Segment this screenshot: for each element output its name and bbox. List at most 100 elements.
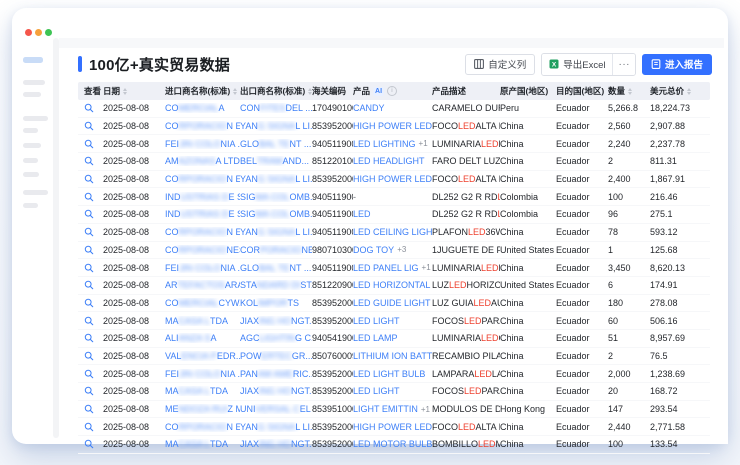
product-link[interactable]: HIGH POWER LED F xyxy=(353,121,432,131)
importer-link[interactable]: FEIJIN COLONIA ... xyxy=(165,263,240,273)
sidebar-skeleton-item[interactable] xyxy=(23,128,38,133)
sort-icon[interactable] xyxy=(123,88,127,95)
exporter-link[interactable]: UNIVERSAL CEL ... xyxy=(240,404,312,414)
export-more-button[interactable]: ··· xyxy=(612,54,635,75)
view-row-button[interactable] xyxy=(84,280,103,290)
exporter-link[interactable]: GLOBAL TENT ... xyxy=(240,263,312,273)
maximize-window-button[interactable] xyxy=(45,29,52,36)
column-header-2[interactable]: 日期 xyxy=(103,85,165,97)
exporter-link[interactable]: YANG SIGNAL LI... xyxy=(240,227,312,237)
view-row-button[interactable] xyxy=(84,369,103,379)
sidebar-skeleton-item-active[interactable] xyxy=(23,57,43,63)
exporter-link[interactable]: JIAXING HONGT... xyxy=(240,386,312,396)
importer-link[interactable]: MACASA LTDA xyxy=(165,439,240,449)
product-link[interactable]: LED GUIDE LIGHT T xyxy=(353,298,432,308)
exporter-link[interactable]: CORPORACIONES... xyxy=(240,245,312,255)
product-extra-badge[interactable]: +3 xyxy=(397,245,406,254)
view-row-button[interactable] xyxy=(84,227,103,237)
view-row-button[interactable] xyxy=(84,192,103,202)
view-row-button[interactable] xyxy=(84,174,103,184)
column-header-10[interactable]: 数量 xyxy=(608,85,650,97)
sidebar-skeleton-item[interactable] xyxy=(23,80,45,85)
sidebar-skeleton-item[interactable] xyxy=(23,203,38,208)
customize-columns-button[interactable]: 自定义列 xyxy=(465,54,535,75)
importer-link[interactable]: COMERCIAL A xyxy=(165,103,240,113)
product-link[interactable]: LED LIGHT BULB xyxy=(353,369,425,379)
exporter-link[interactable]: SIGMA COLOMB... xyxy=(240,192,312,202)
importer-link[interactable]: FEIJIN COLONIA ... xyxy=(165,369,240,379)
product-link[interactable]: LITHIUM ION BATTE xyxy=(353,351,432,361)
column-header-3[interactable]: 进口商名称(标准) xyxy=(165,85,240,97)
product-link[interactable]: LED HORIZONTAL L xyxy=(353,280,432,290)
export-excel-button[interactable]: X 导出Excel xyxy=(542,54,612,75)
importer-link[interactable]: INDUSTRIAS DE SIS... xyxy=(165,192,240,202)
product-link[interactable]: HIGH POWER LED F xyxy=(353,174,432,184)
sidebar-skeleton-item[interactable] xyxy=(23,116,48,121)
exporter-link[interactable]: YANG SIGNAL LI... xyxy=(240,121,312,131)
product-link[interactable]: LED xyxy=(353,209,371,219)
view-row-button[interactable] xyxy=(84,333,103,343)
importer-link[interactable]: VALENCIA PEDR... xyxy=(165,351,240,361)
product-link[interactable]: CANDY xyxy=(353,103,385,113)
sort-icon[interactable] xyxy=(687,88,691,95)
sidebar-skeleton-item[interactable] xyxy=(23,190,48,195)
exporter-link[interactable]: YANG SIGNAL LI... xyxy=(240,422,312,432)
sidebar-skeleton-item[interactable] xyxy=(23,143,41,148)
view-row-button[interactable] xyxy=(84,209,103,219)
product-link[interactable]: LED LIGHT xyxy=(353,316,400,326)
view-row-button[interactable] xyxy=(84,245,103,255)
product-link[interactable]: HIGH POWER LED F xyxy=(353,422,432,432)
exporter-link[interactable]: KOLIMPORTS xyxy=(240,298,312,308)
view-row-button[interactable] xyxy=(84,263,103,273)
importer-link[interactable]: CORPORACIONES... xyxy=(165,245,240,255)
importer-link[interactable]: CORPORACION E... xyxy=(165,121,240,131)
product-link[interactable]: LED LAMP xyxy=(353,333,398,343)
view-row-button[interactable] xyxy=(84,121,103,131)
enter-report-button[interactable]: 进入报告 xyxy=(642,54,712,75)
view-row-button[interactable] xyxy=(84,156,103,166)
importer-link[interactable]: FEIJIN COLONIA ... xyxy=(165,139,240,149)
column-header-11[interactable]: 美元总价 xyxy=(650,85,710,97)
view-row-button[interactable] xyxy=(84,351,103,361)
view-row-button[interactable] xyxy=(84,103,103,113)
exporter-link[interactable]: GLOBAL TENT ... xyxy=(240,139,312,149)
importer-link[interactable]: MACASA LTDA xyxy=(165,316,240,326)
close-window-button[interactable] xyxy=(25,29,32,36)
column-header-4[interactable]: 出口商名称(标准) xyxy=(240,85,312,97)
sidebar-skeleton-item[interactable] xyxy=(23,92,41,97)
importer-link[interactable]: MENDOZA RUIZ M... xyxy=(165,404,240,414)
view-row-button[interactable] xyxy=(84,404,103,414)
importer-link[interactable]: CORPORACION E... xyxy=(165,227,240,237)
importer-link[interactable]: ARTEFACTOSARA... xyxy=(165,280,240,290)
exporter-link[interactable]: CONFITES DEL ... xyxy=(240,103,312,113)
product-link[interactable]: LED LIGHT xyxy=(353,386,400,396)
exporter-link[interactable]: POWERTECGR... xyxy=(240,351,312,361)
view-row-button[interactable] xyxy=(84,316,103,326)
minimize-window-button[interactable] xyxy=(35,29,42,36)
view-row-button[interactable] xyxy=(84,298,103,308)
product-extra-badge[interactable]: +1 xyxy=(422,263,431,272)
product-extra-badge[interactable]: +1 xyxy=(421,405,430,414)
sidebar-skeleton-item[interactable] xyxy=(23,158,38,163)
exporter-link[interactable]: SIGMA COLOMB... xyxy=(240,209,312,219)
exporter-link[interactable]: JIAXING HONGT... xyxy=(240,439,312,449)
product-link[interactable]: LED HEADLIGHT xyxy=(353,156,425,166)
view-row-button[interactable] xyxy=(84,139,103,149)
sidebar-skeleton-item[interactable] xyxy=(23,172,39,177)
importer-link[interactable]: CORPORACION E... xyxy=(165,174,240,184)
importer-link[interactable]: CORPORACION E... xyxy=(165,422,240,432)
sort-icon[interactable] xyxy=(233,88,237,95)
importer-link[interactable]: INDUSTRIAS DE SIS... xyxy=(165,209,240,219)
importer-link[interactable]: MACASA LTDA xyxy=(165,386,240,396)
exporter-link[interactable]: JIAXING HONGT... xyxy=(240,316,312,326)
importer-link[interactable]: COMERCIALCYW... xyxy=(165,298,240,308)
sort-icon[interactable] xyxy=(628,88,632,95)
importer-link[interactable]: AMAZONASA LTDA xyxy=(165,156,240,166)
view-row-button[interactable] xyxy=(84,439,103,449)
exporter-link[interactable]: AGCLIGHTING C... xyxy=(240,333,312,343)
exporter-link[interactable]: PANAM AMERIC... xyxy=(240,369,312,379)
product-link[interactable]: DOG TOY xyxy=(353,245,394,255)
exporter-link[interactable]: BELTRAMAND... xyxy=(240,156,312,166)
importer-link[interactable]: ALIANZA S A xyxy=(165,333,240,343)
product-link[interactable]: LIGHT EMITTIN xyxy=(353,404,418,414)
